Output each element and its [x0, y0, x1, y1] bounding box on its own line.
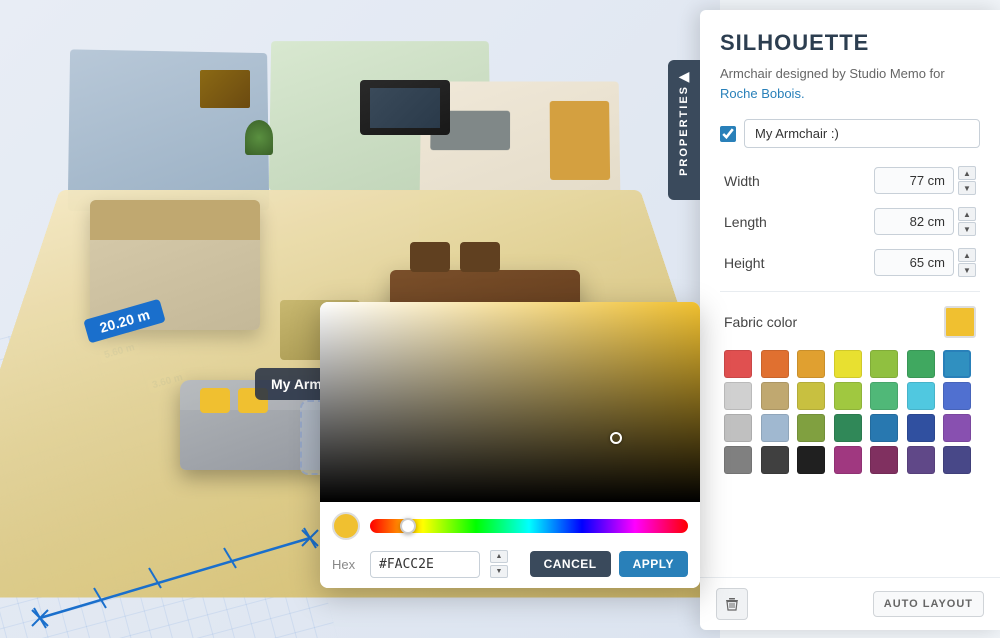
- color-cursor: [610, 432, 622, 444]
- width-label: Width: [724, 173, 794, 189]
- hue-slider[interactable]: [370, 519, 688, 533]
- trash-button[interactable]: [716, 588, 748, 620]
- color-cell-16[interactable]: [797, 414, 825, 442]
- height-input[interactable]: [874, 249, 954, 276]
- panel-tab-label: PROPERTIES: [678, 85, 690, 176]
- name-checkbox[interactable]: [720, 126, 736, 142]
- panel-title: SILHOUETTE: [720, 30, 980, 56]
- current-color-dot: [332, 512, 360, 540]
- divider-1: [720, 291, 980, 292]
- color-cell-24[interactable]: [834, 446, 862, 474]
- panel-main-content: SILHOUETTE Armchair designed by Studio M…: [700, 10, 1000, 498]
- hex-row: Hex ▲ ▼ CANCEL APPLY: [332, 550, 688, 578]
- color-cell-8[interactable]: [761, 382, 789, 410]
- pillow-1: [200, 388, 230, 413]
- width-spinner: ▲ ▼: [958, 166, 976, 195]
- color-cell-6[interactable]: [943, 350, 971, 378]
- apply-button[interactable]: APPLY: [619, 551, 688, 577]
- color-cell-21[interactable]: [724, 446, 752, 474]
- picker-actions: CANCEL APPLY: [530, 551, 688, 577]
- length-up-btn[interactable]: ▲: [958, 207, 976, 221]
- height-row: Height ▲ ▼: [720, 248, 980, 277]
- color-gradient-picker[interactable]: [320, 302, 700, 502]
- color-cell-0[interactable]: [724, 350, 752, 378]
- pillow-area: [90, 200, 260, 240]
- kitchen-fridge: [550, 101, 610, 180]
- panel-footer: AUTO LAYOUT: [700, 577, 1000, 630]
- width-value-group: ▲ ▼: [874, 166, 976, 195]
- color-grid: [724, 350, 976, 474]
- height-up-btn[interactable]: ▲: [958, 248, 976, 262]
- color-cell-7[interactable]: [724, 382, 752, 410]
- properties-panel: ◀ PROPERTIES SILHOUETTE Armchair designe…: [700, 10, 1000, 630]
- color-cell-3[interactable]: [834, 350, 862, 378]
- color-cell-15[interactable]: [761, 414, 789, 442]
- color-cell-5[interactable]: [907, 350, 935, 378]
- height-spinner: ▲ ▼: [958, 248, 976, 277]
- height-down-btn[interactable]: ▼: [958, 263, 976, 277]
- color-cell-20[interactable]: [943, 414, 971, 442]
- color-picker-popup: Hex ▲ ▼ CANCEL APPLY: [320, 302, 700, 588]
- subtitle-text: Armchair designed by Studio Memo for: [720, 66, 945, 81]
- subtitle-link[interactable]: Roche Bobois.: [720, 86, 805, 101]
- color-cell-11[interactable]: [870, 382, 898, 410]
- fabric-section: Fabric color: [720, 306, 980, 474]
- color-cell-1[interactable]: [761, 350, 789, 378]
- length-spinner: ▲ ▼: [958, 207, 976, 236]
- tv-screen: [360, 80, 450, 135]
- fabric-label: Fabric color: [724, 314, 797, 330]
- color-cell-25[interactable]: [870, 446, 898, 474]
- length-down-btn[interactable]: ▼: [958, 222, 976, 236]
- color-cell-23[interactable]: [797, 446, 825, 474]
- panel-tab[interactable]: ◀ PROPERTIES: [668, 60, 700, 200]
- auto-layout-button[interactable]: AUTO LAYOUT: [873, 591, 984, 617]
- length-row: Length ▲ ▼: [720, 207, 980, 236]
- fabric-swatch[interactable]: [944, 306, 976, 338]
- color-picker-controls: Hex ▲ ▼ CANCEL APPLY: [320, 502, 700, 588]
- length-value-group: ▲ ▼: [874, 207, 976, 236]
- length-label: Length: [724, 214, 794, 230]
- hue-row: [332, 512, 688, 540]
- height-value-group: ▲ ▼: [874, 248, 976, 277]
- color-cell-17[interactable]: [834, 414, 862, 442]
- width-up-btn[interactable]: ▲: [958, 166, 976, 180]
- color-cell-27[interactable]: [943, 446, 971, 474]
- color-cell-4[interactable]: [870, 350, 898, 378]
- color-cell-12[interactable]: [907, 382, 935, 410]
- hex-spinner: ▲ ▼: [490, 550, 508, 578]
- name-row: [720, 119, 980, 148]
- plant-decor: [245, 120, 273, 155]
- panel-tab-arrow: ◀: [679, 68, 690, 85]
- cancel-button[interactable]: CANCEL: [530, 551, 611, 577]
- color-cell-26[interactable]: [907, 446, 935, 474]
- panel-subtitle: Armchair designed by Studio Memo for Roc…: [720, 64, 980, 103]
- hex-label: Hex: [332, 557, 360, 572]
- name-input[interactable]: [744, 119, 980, 148]
- trash-icon: [724, 596, 740, 612]
- hex-up-btn[interactable]: ▲: [490, 550, 508, 563]
- width-down-btn[interactable]: ▼: [958, 181, 976, 195]
- color-cell-22[interactable]: [761, 446, 789, 474]
- tv-display: [370, 88, 440, 128]
- color-cell-9[interactable]: [797, 382, 825, 410]
- hex-input[interactable]: [370, 551, 480, 578]
- fabric-header: Fabric color: [724, 306, 976, 338]
- length-input[interactable]: [874, 208, 954, 235]
- dining-chair-1: [410, 242, 450, 272]
- width-row: Width ▲ ▼: [720, 166, 980, 195]
- color-cell-19[interactable]: [907, 414, 935, 442]
- color-cell-18[interactable]: [870, 414, 898, 442]
- width-input[interactable]: [874, 167, 954, 194]
- hue-thumb: [400, 518, 416, 534]
- wall-art: [200, 70, 250, 108]
- color-cell-13[interactable]: [943, 382, 971, 410]
- color-cell-10[interactable]: [834, 382, 862, 410]
- color-cell-2[interactable]: [797, 350, 825, 378]
- height-label: Height: [724, 255, 794, 271]
- dining-chair-2: [460, 242, 500, 272]
- color-cell-14[interactable]: [724, 414, 752, 442]
- hex-down-btn[interactable]: ▼: [490, 565, 508, 578]
